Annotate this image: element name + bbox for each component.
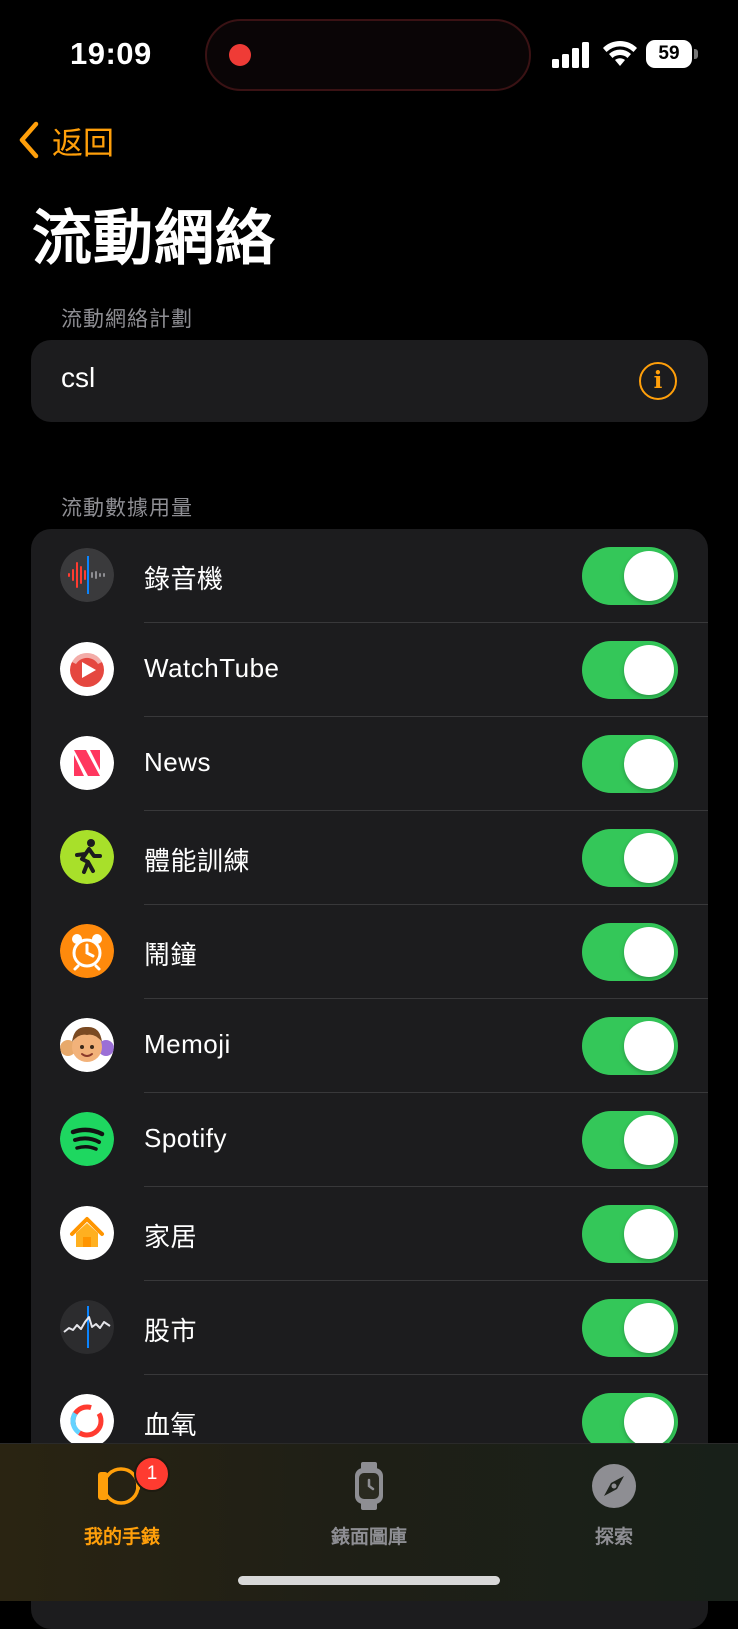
tab-face-gallery[interactable]: 錶面圖庫 [279,1456,459,1549]
back-button[interactable]: 返回 [16,120,114,161]
voice-memos-data-toggle[interactable] [582,547,678,605]
app-name: 家居 [144,1222,198,1252]
app-name: 錄音機 [144,564,224,594]
usage-section-header: 流動數據用量 [61,497,193,520]
stocks-data-toggle[interactable] [582,1299,678,1357]
cellular-signal-icon [552,42,589,68]
plan-section-header: 流動網絡計劃 [61,308,193,331]
chevron-left-icon [19,121,39,159]
recording-indicator-icon [229,44,251,66]
memoji-data-toggle[interactable] [582,1017,678,1075]
list-item: News [31,717,708,811]
stocks-icon [60,1300,114,1354]
spotify-data-toggle[interactable] [582,1111,678,1169]
back-label: 返回 [52,125,114,161]
tab-label: 錶面圖庫 [330,1527,407,1548]
tab-my-watch[interactable]: 1 我的手錶 [32,1456,212,1549]
news-icon [60,736,114,790]
workout-data-toggle[interactable] [582,829,678,887]
workout-icon [60,830,114,884]
app-name: Spotify [144,1123,227,1153]
battery-level: 59 [646,40,692,68]
status-bar: 19:09 59 [0,0,738,110]
tab-label: 探索 [594,1527,633,1548]
home-data-toggle[interactable] [582,1205,678,1263]
watchtube-icon [60,642,114,696]
app-name: WatchTube [144,653,280,683]
home-icon [60,1206,114,1260]
voice-memos-icon [60,548,114,602]
watchtube-data-toggle[interactable] [582,641,678,699]
list-item: 體能訓練 [31,811,708,905]
plan-name: csl [61,362,96,393]
watch-face-icon [339,1456,399,1516]
app-name: 鬧鐘 [144,940,198,970]
news-data-toggle[interactable] [582,735,678,793]
page-title: 流動網絡 [32,205,276,272]
plan-card[interactable]: csl i [31,340,708,422]
spotify-icon [60,1112,114,1166]
list-item: Memoji [31,999,708,1093]
status-time: 19:09 [70,36,152,71]
info-icon[interactable]: i [639,362,677,400]
memoji-icon [60,1018,114,1072]
tab-label: 我的手錶 [83,1527,160,1548]
watch-icon: 1 [92,1456,170,1516]
app-name: Memoji [144,1029,231,1059]
alarm-data-toggle[interactable] [582,923,678,981]
app-name: 股市 [144,1316,198,1346]
app-name: News [144,747,212,777]
app-name: 血氧 [144,1410,198,1440]
list-item: 股市 [31,1281,708,1375]
blood-oxygen-icon [60,1394,114,1448]
alarm-icon [60,924,114,978]
battery-icon: 59 [646,40,698,68]
list-item: 家居 [31,1187,708,1281]
list-item: 鬧鐘 [31,905,708,999]
dynamic-island[interactable] [205,19,531,91]
app-name: 體能訓練 [144,846,251,876]
list-item: 錄音機 [31,529,708,623]
wifi-icon [603,40,637,66]
compass-icon [584,1456,644,1516]
list-item: Spotify [31,1093,708,1187]
notification-badge: 1 [134,1456,170,1492]
list-item: WatchTube [31,623,708,717]
home-indicator[interactable] [238,1576,500,1585]
tab-discover[interactable]: 探索 [524,1456,704,1549]
